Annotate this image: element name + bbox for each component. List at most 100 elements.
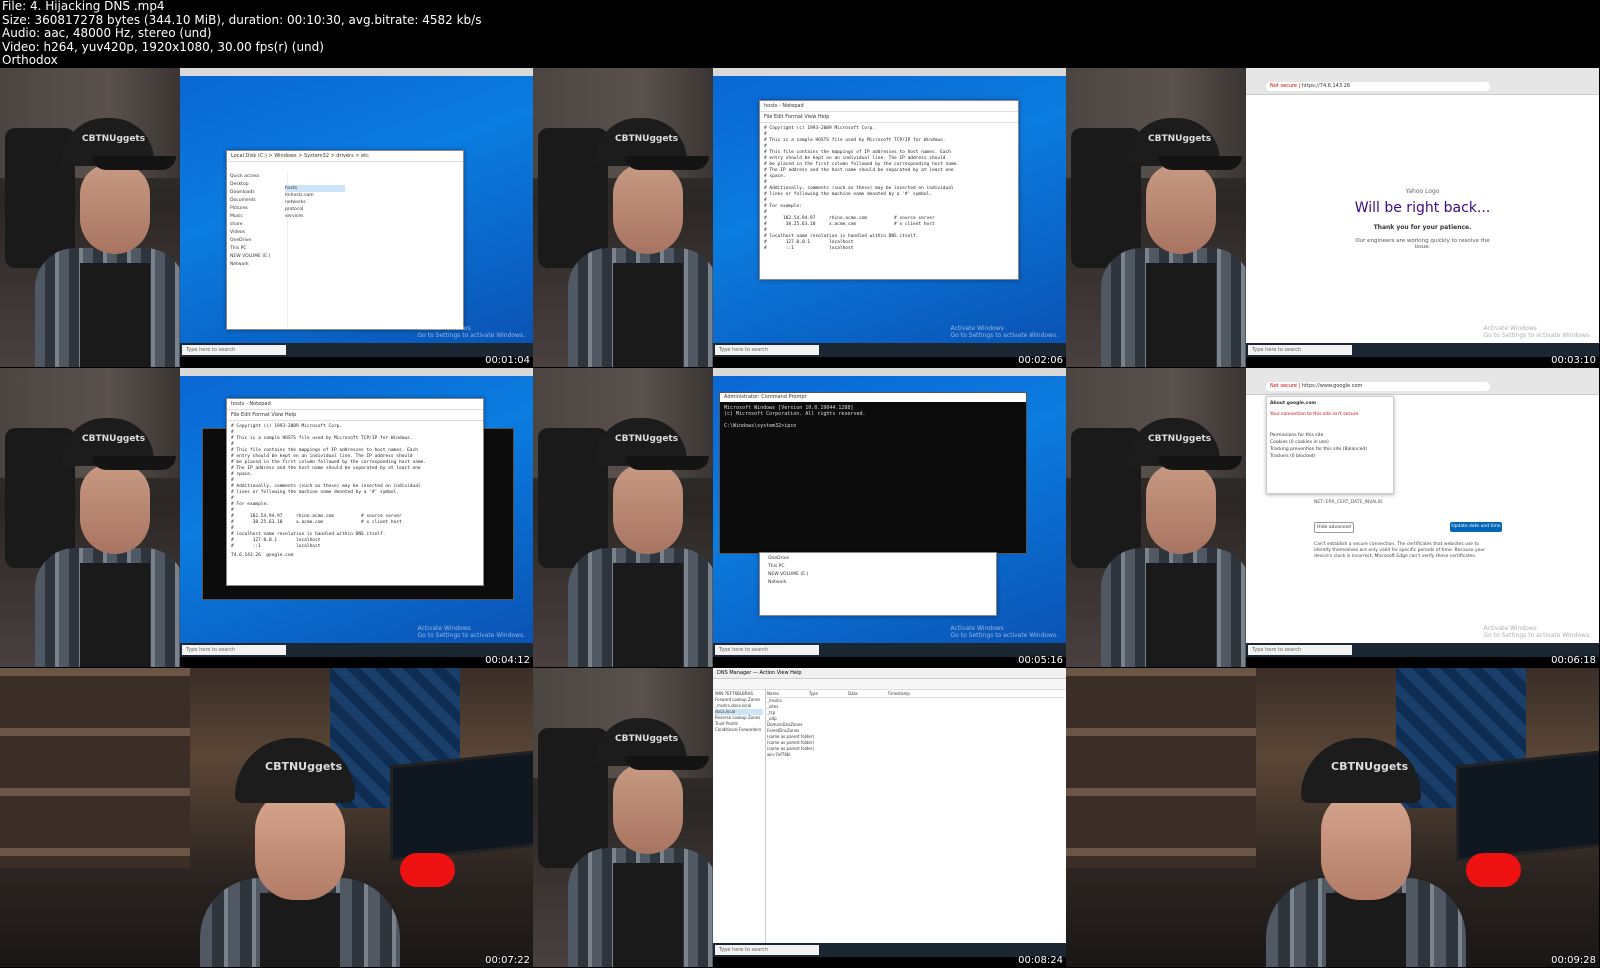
nav-item[interactable]: Network bbox=[230, 261, 284, 269]
browser-chrome: Not secure | https://www.google.com bbox=[1246, 368, 1599, 395]
nav-item[interactable]: OneDrive bbox=[768, 555, 988, 563]
video-info: Video: h264, yuv420p, 1920x1080, 30.00 f… bbox=[2, 39, 324, 54]
nav-item[interactable]: Music bbox=[230, 213, 284, 221]
nav-item[interactable]: Downloads bbox=[230, 189, 284, 197]
dns-manager-window: DNS Manager — Action View Help WIN-7EF76… bbox=[713, 668, 1066, 967]
file-size: Size: 360817278 bytes (344.10 MiB), dura… bbox=[2, 12, 482, 27]
taskbar-search[interactable]: Type here to search bbox=[182, 345, 286, 355]
webcam-presenter: CBTNUggets bbox=[1066, 368, 1246, 667]
cmd-title: Administrator: Command Prompt bbox=[720, 393, 1026, 402]
nav-item[interactable]: Documents bbox=[230, 197, 284, 205]
vm-status-strip bbox=[713, 957, 1066, 967]
taskbar: Type here to search bbox=[180, 343, 533, 357]
nav-item[interactable]: share bbox=[230, 221, 284, 229]
hide-advanced-button[interactable]: Hide advanced bbox=[1314, 522, 1354, 533]
thumbnail-6[interactable]: CBTNUggets Not secure | https://www.goog… bbox=[1066, 368, 1599, 667]
desktop-screen: hosts - Notepad File Edit Format View He… bbox=[180, 368, 533, 667]
taskbar-search[interactable]: Type here to search bbox=[715, 645, 819, 655]
notepad-title: hosts - Notepad bbox=[227, 399, 483, 410]
taskbar: Type here to search bbox=[180, 643, 533, 657]
file-item[interactable]: networks bbox=[285, 199, 345, 206]
nav-item[interactable]: Videos bbox=[230, 229, 284, 237]
nav-item[interactable]: Pictures bbox=[230, 205, 284, 213]
desktop-screen: hosts - Notepad File Edit Format View He… bbox=[713, 68, 1066, 367]
yahoo-heading: Will be right back... bbox=[1354, 200, 1491, 216]
taskbar: Type here to search bbox=[713, 343, 1066, 357]
yahoo-logo: Yahoo Logo bbox=[1405, 188, 1440, 195]
col-name[interactable]: Name bbox=[767, 691, 779, 697]
col-type[interactable]: Type bbox=[809, 691, 818, 697]
address-bar[interactable]: Not secure | https://74.6.143.26 bbox=[1266, 82, 1490, 91]
taskbar-search[interactable]: Type here to search bbox=[1248, 345, 1352, 355]
activate-line-2: Go to Settings to activate Windows. bbox=[950, 332, 1058, 339]
col-data[interactable]: Data bbox=[848, 691, 858, 697]
thumbnail-5[interactable]: CBTNUggets Administrator: Command Prompt… bbox=[533, 368, 1066, 667]
cmd-output[interactable]: Microsoft Windows [Version 10.0.19044.12… bbox=[720, 402, 1026, 432]
notepad-menu[interactable]: File Edit Format View Help bbox=[760, 112, 1018, 123]
nav-item[interactable]: NEW VOLUME (E:) bbox=[768, 571, 988, 579]
thumbnail-4[interactable]: CBTNUggets hosts - Notepad File Edit For… bbox=[0, 368, 533, 667]
cap-logo-text: CBTNUggets bbox=[82, 434, 146, 444]
activate-line-1: Activate Windows bbox=[417, 625, 471, 632]
hosts-added-entry[interactable]: 74.6.143.26 google.com bbox=[227, 553, 483, 562]
notepad-window: hosts - Notepad File Edit Format View He… bbox=[759, 100, 1019, 280]
thumbnail-2[interactable]: CBTNUggets hosts - Notepad File Edit For… bbox=[533, 68, 1066, 367]
file-item[interactable]: lmhosts.sam bbox=[285, 192, 345, 199]
thumbnail-9[interactable]: CBTNUggets 00:09:28 bbox=[1066, 668, 1599, 967]
nav-item[interactable]: This PC bbox=[768, 563, 988, 571]
activate-line-2: Go to Settings to activate Windows. bbox=[417, 332, 525, 339]
file-item[interactable]: services bbox=[285, 213, 345, 220]
nav-item[interactable]: NEW VOLUME (E:) bbox=[230, 253, 284, 261]
file-info-header: File: 4. Hijacking DNS .mp4 Size: 360817… bbox=[2, 0, 481, 68]
cap-logo-text: CBTNUggets bbox=[615, 134, 679, 144]
notepad-menu[interactable]: File Edit Format View Help bbox=[227, 410, 483, 421]
thumbnail-1[interactable]: CBTNUggets Local Disk (C:) > Windows > S… bbox=[0, 68, 533, 367]
col-timestamp[interactable]: Timestamp bbox=[888, 691, 910, 697]
thumbnail-7[interactable]: CBTNUggets 00:07:22 bbox=[0, 668, 533, 967]
dns-menubar[interactable]: DNS Manager — Action View Help bbox=[713, 668, 1066, 679]
vm-status-strip bbox=[713, 657, 1066, 667]
file-item[interactable]: hosts bbox=[285, 185, 345, 192]
address-bar[interactable]: Not secure | https://www.google.com bbox=[1266, 382, 1490, 391]
thumbnail-3[interactable]: CBTNUggets Not secure | https://74.6.143… bbox=[1066, 68, 1599, 367]
taskbar: Type here to search bbox=[713, 643, 1066, 657]
url-text: https://74.6.143.26 bbox=[1301, 83, 1350, 89]
update-date-time-button[interactable]: Update date and time bbox=[1450, 522, 1502, 532]
hosts-file-text[interactable]: # Copyright (c) 1993-2009 Microsoft Corp… bbox=[227, 421, 483, 553]
taskbar-search[interactable]: Type here to search bbox=[715, 345, 819, 355]
popup-item[interactable]: Trackers (0 blocked) bbox=[1270, 453, 1390, 460]
cert-error-body: Can't establish a secure connection. The… bbox=[1314, 542, 1486, 559]
thumbnail-timestamp: 00:09:28 bbox=[1551, 955, 1596, 966]
nav-item[interactable]: Quick access bbox=[230, 173, 284, 181]
activate-line-2: Go to Settings to activate Windows. bbox=[950, 632, 1058, 639]
taskbar-search[interactable]: Type here to search bbox=[715, 945, 819, 955]
cap-logo-text: CBTNUggets bbox=[615, 434, 679, 444]
explorer-nav-pane: Quick access Desktop Downloads Documents… bbox=[227, 171, 288, 329]
file-name: File: 4. Hijacking DNS .mp4 bbox=[2, 0, 165, 13]
thumbnail-8[interactable]: CBTNUggets DNS Manager — Action View Hel… bbox=[533, 668, 1066, 967]
webcam-room-view: CBTNUggets bbox=[1066, 668, 1599, 967]
hosts-file-text[interactable]: # Copyright (c) 1993-2009 Microsoft Corp… bbox=[760, 123, 1018, 255]
command-prompt-window: Administrator: Command Prompt Microsoft … bbox=[719, 392, 1027, 554]
dns-menu[interactable]: Action View Help bbox=[759, 670, 801, 676]
activate-windows-watermark: Activate Windows Go to Settings to activ… bbox=[1484, 325, 1591, 339]
nav-item[interactable]: Network bbox=[768, 579, 988, 587]
vm-status-strip bbox=[1246, 657, 1599, 667]
webcam-presenter: CBTNUggets bbox=[0, 368, 180, 667]
nav-item[interactable]: OneDrive bbox=[230, 237, 284, 245]
popup-item[interactable]: Tracking prevention for this site (Balan… bbox=[1270, 446, 1390, 453]
dns-row[interactable]: win-7ef76bl bbox=[767, 752, 1064, 758]
taskbar-search[interactable]: Type here to search bbox=[1248, 645, 1352, 655]
activate-line-1: Activate Windows bbox=[950, 325, 1004, 332]
nav-item[interactable]: This PC bbox=[230, 245, 284, 253]
popup-item[interactable]: Permissions for this site bbox=[1270, 432, 1390, 439]
tree-item[interactable]: Conditional Forwarders bbox=[715, 727, 763, 733]
activate-line-1: Activate Windows bbox=[950, 625, 1004, 632]
popup-item[interactable]: Cookies (0 cookies in use) bbox=[1270, 439, 1390, 446]
cap-logo-text: CBTNUggets bbox=[82, 134, 146, 144]
file-item[interactable]: protocol bbox=[285, 206, 345, 213]
nav-item[interactable]: Desktop bbox=[230, 181, 284, 189]
webcam-presenter: CBTNUggets bbox=[533, 68, 713, 367]
taskbar-search[interactable]: Type here to search bbox=[182, 645, 286, 655]
activate-windows-watermark: Activate Windows Go to Settings to activ… bbox=[418, 625, 525, 639]
